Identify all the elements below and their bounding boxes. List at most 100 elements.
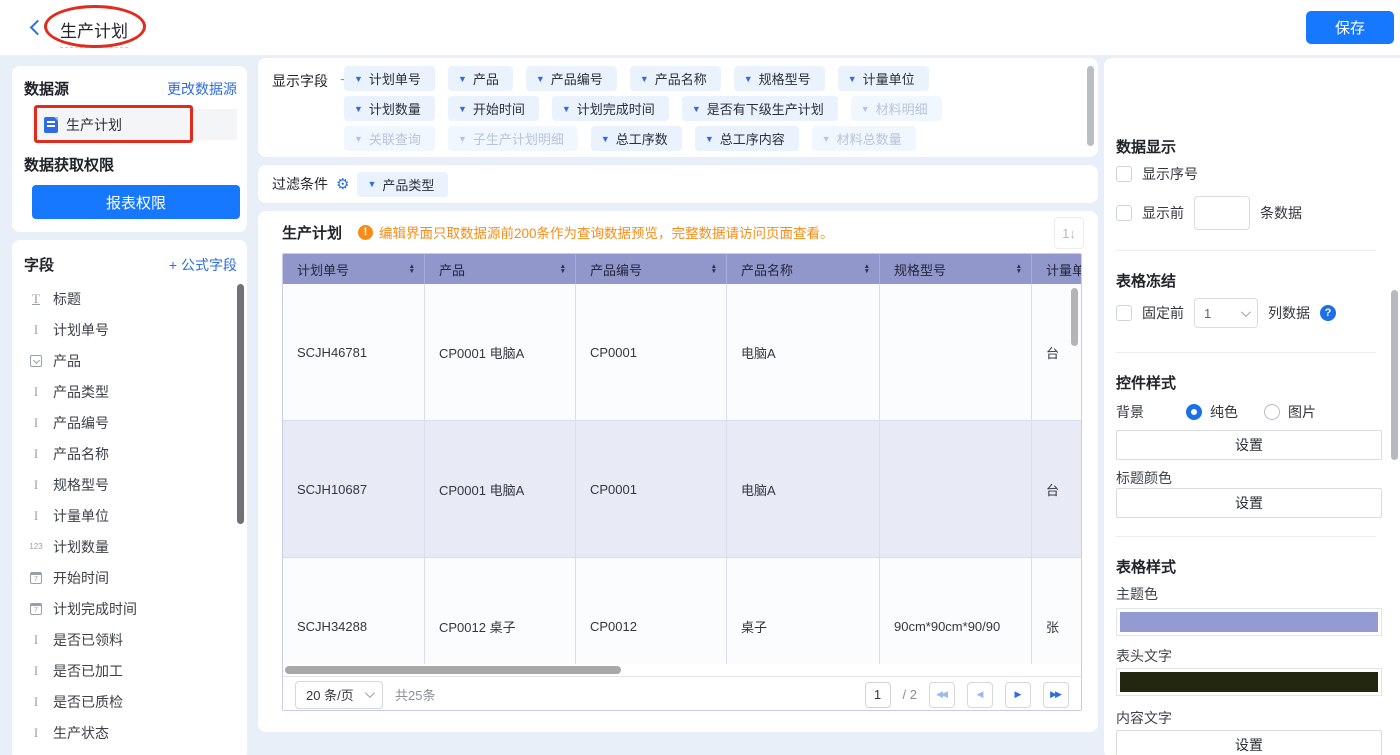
column-header[interactable]: 计划单号▲▼ (283, 254, 425, 284)
sort-order-icon[interactable]: 1↓ (1054, 217, 1084, 249)
back-icon[interactable] (30, 20, 46, 36)
field-chip-disabled[interactable]: ▼材料明细 (851, 96, 942, 121)
field-item[interactable]: 生产状态 (24, 717, 237, 748)
cell: CP0001 电脑A (425, 421, 576, 557)
field-item[interactable]: 产品类型 (24, 376, 237, 407)
next-page-button[interactable]: ▶ (1005, 682, 1031, 708)
first-page-button[interactable]: ◀◀ (929, 682, 955, 708)
theme-color-label: 主题色 (1116, 584, 1158, 604)
column-label: 产品名称 (741, 260, 793, 279)
column-header[interactable]: 规格型号▲▼ (880, 254, 1032, 284)
chevron-down-icon: ▼ (640, 74, 649, 84)
page-input[interactable]: 1 (865, 682, 891, 708)
datasource-title: 数据源 (24, 78, 69, 99)
page-of: / 2 (903, 687, 917, 702)
chevron-down-icon: ▼ (367, 179, 376, 189)
filter-label: 过滤条件 (272, 174, 328, 194)
last-page-button[interactable]: ▶▶ (1043, 682, 1069, 708)
field-label: 计量单位 (53, 506, 109, 526)
image-radio[interactable] (1264, 404, 1280, 420)
field-chip-disabled[interactable]: ▼关联查询 (344, 126, 435, 151)
field-chip[interactable]: ▼计划单号 (344, 66, 435, 91)
table-body: SCJH46781 CP0001 电脑A CP0001 电脑A 台 SCJH10… (283, 284, 1081, 664)
sort-icon: ▲▼ (864, 264, 870, 275)
chip-label: 材料总数量 (837, 129, 902, 148)
field-chip[interactable]: ▼产品名称 (630, 66, 721, 91)
formula-field-link[interactable]: + 公式字段 (169, 255, 237, 275)
fields-title: 字段 (24, 254, 54, 275)
column-header[interactable]: 计量单位 (1032, 254, 1081, 284)
chip-label: 总工序内容 (720, 129, 785, 148)
cell: CP0012 桌子 (425, 558, 576, 664)
freeze-checkbox[interactable] (1116, 305, 1132, 321)
change-datasource-link[interactable]: 更改数据源 (167, 79, 237, 99)
field-chip-disabled[interactable]: ▼子生产计划明细 (448, 126, 578, 151)
field-chip[interactable]: ▼产品 (448, 66, 513, 91)
rows-suffix-label: 条数据 (1260, 203, 1302, 223)
display-field-chips: ▼计划单号 ▼产品 ▼产品编号 ▼产品名称 ▼规格型号 ▼计量单位 ▼计划数量 … (344, 66, 1064, 156)
background-set-button[interactable]: 设置 (1116, 430, 1382, 460)
cell: 桌子 (727, 558, 880, 664)
help-icon[interactable]: ? (1320, 305, 1336, 321)
header-text-swatch[interactable] (1116, 668, 1382, 696)
filter-chip[interactable]: ▼产品类型 (357, 172, 448, 197)
field-item[interactable]: 标题 (24, 283, 237, 314)
page-title: 生产计划 (60, 17, 128, 48)
field-item[interactable]: 开始时间 (24, 562, 237, 593)
table-vertical-scrollbar[interactable] (1071, 288, 1078, 346)
field-item[interactable]: 产品编号 (24, 407, 237, 438)
theme-color-swatch[interactable] (1116, 608, 1382, 636)
prev-page-button[interactable]: ◀ (967, 682, 993, 708)
fields-scrollbar[interactable] (237, 284, 244, 524)
field-label: 标题 (53, 289, 81, 309)
field-chip-disabled[interactable]: ▼材料总数量 (812, 126, 916, 151)
field-chip[interactable]: ▼ 总工序内容 (695, 126, 799, 151)
field-chip[interactable]: ▼规格型号 (734, 66, 825, 91)
field-item[interactable]: 计划数量 (24, 531, 237, 562)
show-index-row: 显示序号 (1116, 164, 1198, 184)
report-permission-button[interactable]: 报表权限 (32, 185, 240, 219)
header-text-label: 表头文字 (1116, 646, 1172, 666)
column-header[interactable]: 产品编号▲▼ (576, 254, 727, 284)
settings-scrollbar[interactable] (1391, 290, 1398, 460)
chevron-down-icon: ▼ (705, 134, 714, 144)
chip-label: 总工序数 (616, 129, 668, 148)
field-chip[interactable]: ▼计划完成时间 (552, 96, 669, 121)
field-chip[interactable]: ▼总工序数 (591, 126, 682, 151)
field-item[interactable]: 规格型号 (24, 469, 237, 500)
field-chip[interactable]: ▼开始时间 (448, 96, 539, 121)
cell: CP0001 (576, 284, 727, 420)
freeze-count-select[interactable]: 1 (1194, 298, 1258, 328)
field-chip[interactable]: ▼是否有下级生产计划 (682, 96, 838, 121)
datasource-item[interactable]: 生产计划 (32, 109, 237, 140)
page-size-select[interactable]: 20 条/页 (295, 681, 383, 709)
gear-icon[interactable]: ⚙ (336, 177, 349, 192)
field-chip[interactable]: ▼计量单位 (838, 66, 929, 91)
show-index-checkbox[interactable] (1116, 166, 1132, 182)
solid-color-radio[interactable] (1186, 404, 1202, 420)
sort-icon: ▲▼ (409, 264, 415, 275)
column-header[interactable]: 产品名称 ▲▼ (727, 254, 880, 284)
field-item[interactable]: 产品 (24, 345, 237, 376)
field-item[interactable]: 是否已质检 (24, 686, 237, 717)
save-button[interactable]: 保存 (1306, 11, 1394, 44)
chevron-down-icon: ▼ (536, 74, 545, 84)
field-item[interactable]: 是否已领料 (24, 624, 237, 655)
field-item[interactable]: 产品名称 (24, 438, 237, 469)
field-item[interactable]: 计划完成时间 (24, 593, 237, 624)
title-color-set-button[interactable]: 设置 (1116, 488, 1382, 518)
row-limit-input[interactable] (1194, 196, 1250, 230)
table-horizontal-scrollbar[interactable] (285, 666, 621, 674)
field-chip[interactable]: ▼计划数量 (344, 96, 435, 121)
field-item[interactable]: 计划单号 (24, 314, 237, 345)
show-first-checkbox[interactable] (1116, 205, 1132, 221)
column-header[interactable]: 产品▲▼ (425, 254, 576, 284)
chips-scrollbar[interactable] (1087, 66, 1094, 146)
app-canvas: 生产计划 保存 数据源 更改数据源 生产计划 数据获取权限 报表权限 字段 + … (0, 0, 1400, 755)
field-chip[interactable]: ▼产品编号 (526, 66, 617, 91)
field-item[interactable]: 计量单位 (24, 500, 237, 531)
filter-panel: 过滤条件 ⚙ ▼产品类型 (258, 165, 1098, 203)
divider (1116, 352, 1376, 353)
field-item[interactable]: 是否已加工 (24, 655, 237, 686)
content-text-set-button[interactable]: 设置 (1116, 730, 1382, 755)
